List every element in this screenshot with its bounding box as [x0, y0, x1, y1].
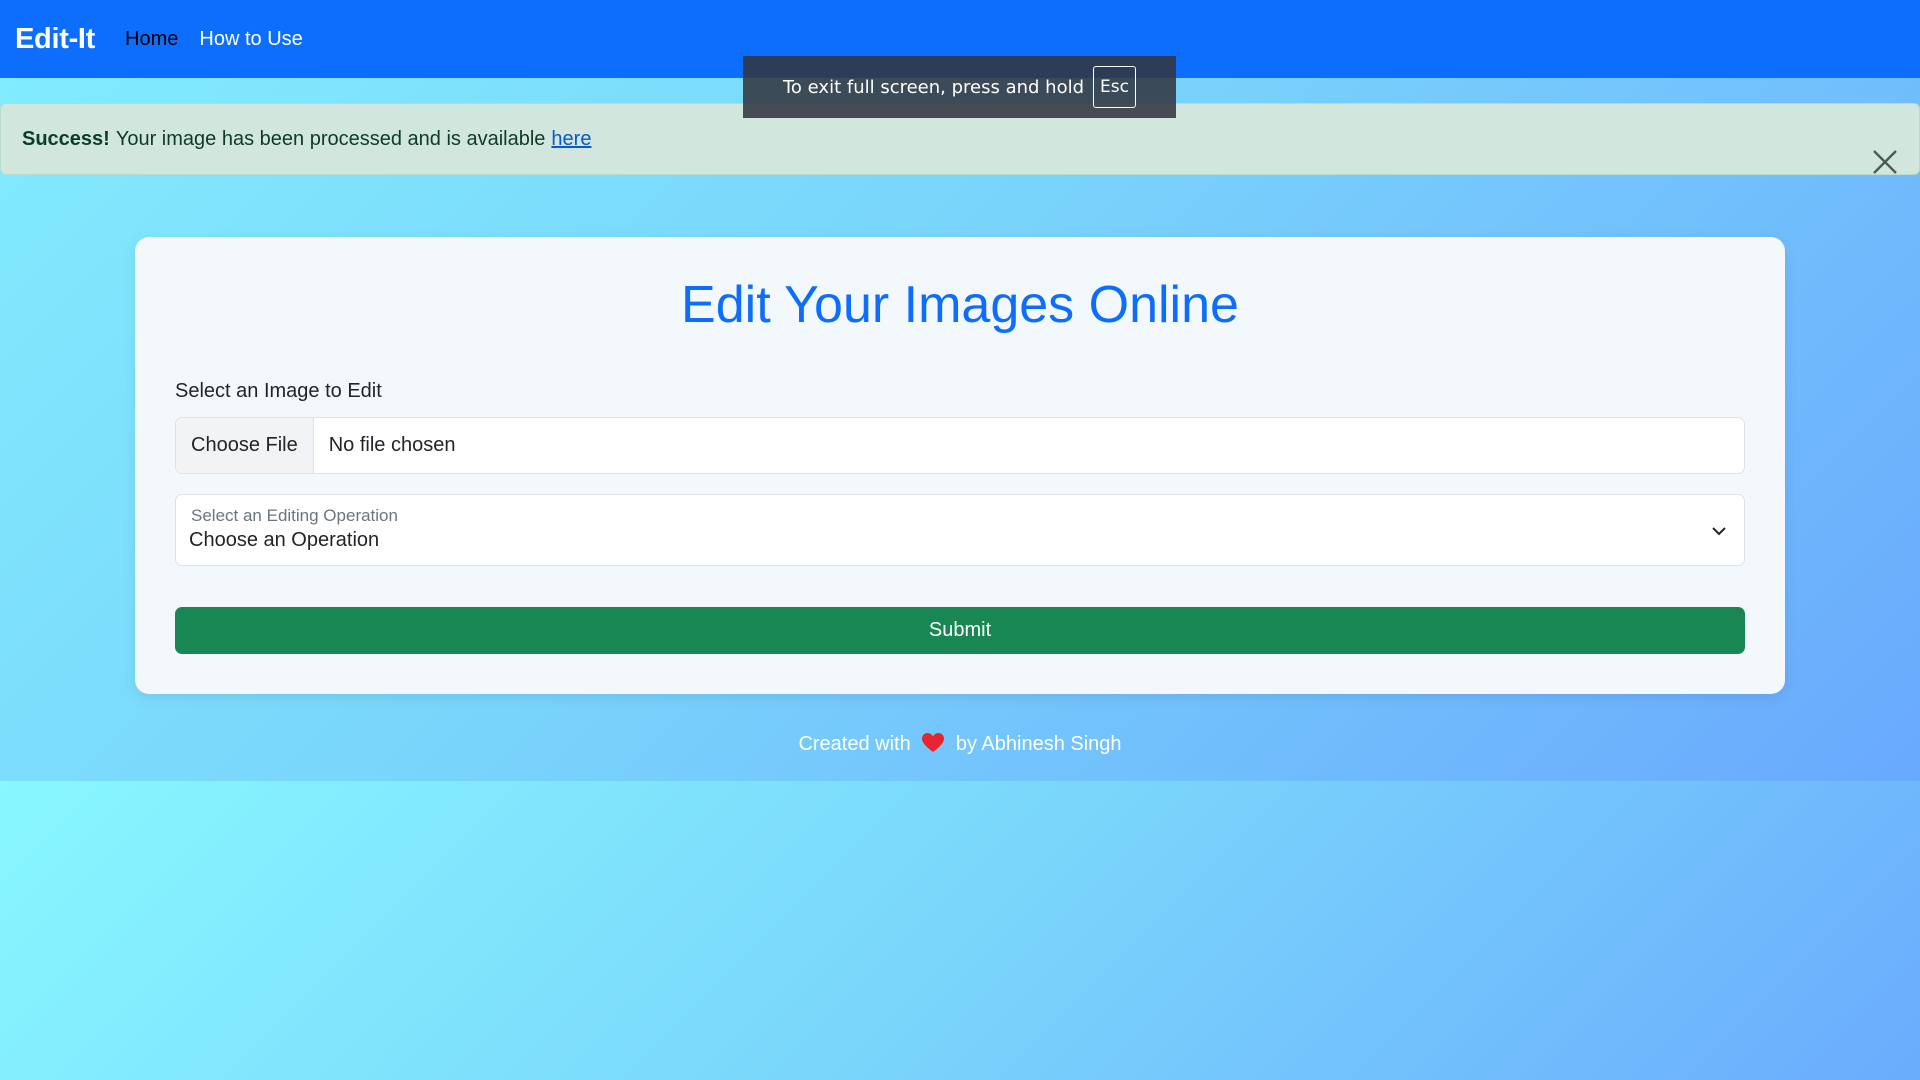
image-file-input[interactable]: Choose File No file chosen: [175, 417, 1745, 474]
choose-file-button[interactable]: Choose File: [176, 418, 314, 473]
chevron-down-icon: [1710, 522, 1728, 540]
footer-suffix: by Abhinesh Singh: [955, 733, 1122, 755]
editor-card: Edit Your Images Online Select an Image …: [135, 237, 1785, 694]
footer: Created with by Abhinesh Singh: [0, 733, 1920, 756]
brand-logo[interactable]: Edit-It: [15, 23, 95, 56]
nav-link-home[interactable]: Home: [125, 28, 178, 51]
fullscreen-exit-notice: To exit full screen, press and hold Esc: [743, 56, 1176, 118]
alert-message: Your image has been processed and is ava…: [115, 127, 546, 150]
operation-select[interactable]: Select an Editing Operation Choose an Op…: [175, 494, 1745, 566]
file-input-label: Select an Image to Edit: [175, 380, 382, 402]
submit-button[interactable]: Submit: [175, 607, 1745, 654]
heart-icon: [922, 733, 945, 753]
footer-prefix: Created with: [798, 733, 911, 755]
operation-select-label: Select an Editing Operation: [191, 506, 398, 525]
nav-link-how-to-use[interactable]: How to Use: [199, 28, 302, 51]
esc-keycap: Esc: [1093, 66, 1136, 108]
page-title: Edit Your Images Online: [681, 276, 1239, 334]
close-icon[interactable]: [1871, 148, 1899, 176]
alert-strong-text: Success!: [22, 127, 110, 150]
alert-result-link[interactable]: here: [551, 128, 591, 151]
file-status-text: No file chosen: [328, 434, 456, 456]
operation-select-value: Choose an Operation: [189, 529, 380, 551]
fullscreen-notice-text: To exit full screen, press and hold: [783, 76, 1085, 98]
lower-background: [0, 781, 1920, 1080]
